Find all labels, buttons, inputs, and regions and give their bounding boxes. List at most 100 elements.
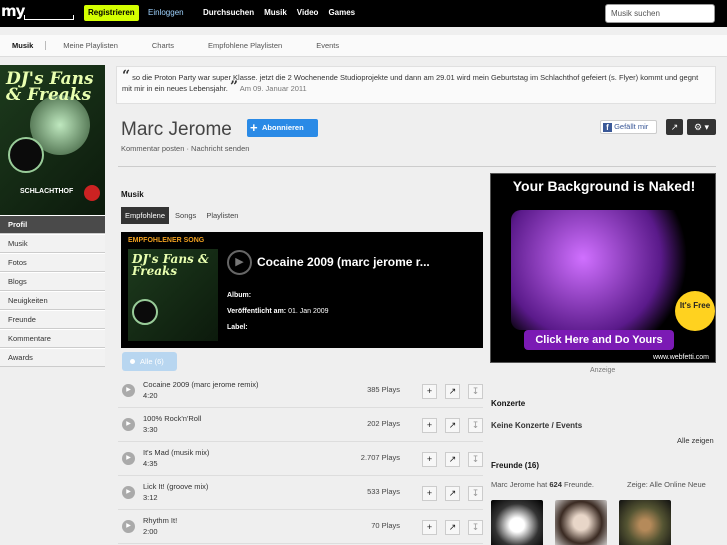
song-row: ▶ It's Mad (musik mix) 4:35 2.707 Plays … — [118, 442, 483, 476]
friends-filter[interactable]: Zeige: Alle Online Neue — [627, 480, 706, 489]
song-duration: 4:20 — [143, 391, 158, 400]
song-row: ▶ Lick It! (groove mix) 3:12 533 Plays +… — [118, 476, 483, 510]
top-bar: my Registrieren Einloggen Durchsuchen Mu… — [0, 0, 727, 27]
share-icon[interactable]: ↗ — [445, 452, 460, 467]
freunde-count: 624 — [549, 480, 562, 489]
featured-title[interactable]: Cocaine 2009 (marc jerome r... — [257, 255, 430, 269]
song-duration: 2:00 — [143, 527, 158, 536]
status-quote: “ so die Proton Party war super Klasse. … — [116, 66, 716, 104]
subnav-charts[interactable]: Charts — [135, 41, 191, 50]
share-icon[interactable]: ↗ — [666, 119, 683, 135]
poster-venue: SCHLACHTHOF — [20, 188, 74, 195]
share-icon[interactable]: ↗ — [445, 520, 460, 535]
share-icon[interactable]: ↗ — [445, 384, 460, 399]
play-icon[interactable]: ▶ — [122, 418, 135, 431]
nav-durchsuchen[interactable]: Durchsuchen — [203, 8, 254, 17]
ad-banner[interactable]: Your Background is Naked! It's Free Clic… — [490, 173, 716, 363]
all-songs-button[interactable]: Alle (6) — [122, 352, 177, 371]
subnav-events[interactable]: Events — [299, 41, 356, 50]
profile-name: Marc Jerome — [121, 119, 232, 140]
sidebar-item-neuigkeiten[interactable]: Neuigkeiten — [0, 291, 105, 310]
sidebar-item-kommentare[interactable]: Kommentare — [0, 329, 105, 348]
nav-games[interactable]: Games — [328, 8, 355, 17]
facebook-like-button[interactable]: f Gefällt mir — [600, 120, 657, 134]
sidebar-item-profil[interactable]: Profil — [0, 215, 105, 234]
nav-video[interactable]: Video — [297, 8, 319, 17]
subnav-musik[interactable]: Musik — [0, 41, 47, 50]
label-label: Label: — [227, 324, 248, 331]
register-button[interactable]: Registrieren — [84, 5, 139, 21]
subnav-empfohlene-playlisten[interactable]: Empfohlene Playlisten — [191, 41, 299, 50]
poster-title: DJ's Fans & Freaks — [6, 69, 94, 105]
subscribe-button[interactable]: + Abonnieren — [247, 119, 318, 137]
music-heading: Musik — [121, 190, 144, 199]
logo[interactable]: my — [1, 2, 25, 20]
open-quote-icon: “ — [122, 68, 131, 84]
add-icon[interactable]: + — [422, 418, 437, 433]
nav-musik[interactable]: Musik — [264, 8, 287, 17]
konzerte-heading: Konzerte — [491, 399, 526, 408]
music-tabs: Empfohlene Songs Playlisten — [121, 207, 244, 224]
share-icon[interactable]: ↗ — [445, 486, 460, 501]
sub-nav: Musik Meine Playlisten Charts Empfohlene… — [0, 35, 727, 57]
divider — [118, 166, 716, 167]
sidebar-item-musik[interactable]: Musik — [0, 234, 105, 253]
add-icon[interactable]: + — [422, 452, 437, 467]
show-all-link[interactable]: Alle zeigen — [677, 436, 714, 445]
play-icon[interactable]: ▶ — [122, 486, 135, 499]
ad-cta[interactable]: Click Here and Do Yours — [524, 330, 674, 350]
top-nav: Durchsuchen Musik Video Games — [203, 8, 355, 17]
logo-underline — [24, 15, 74, 20]
download-icon[interactable]: ↧ — [468, 486, 483, 501]
play-icon[interactable]: ▶ — [122, 452, 135, 465]
vinyl-icon — [8, 137, 44, 173]
sidebar-item-awards[interactable]: Awards — [0, 348, 105, 367]
friend-avatar[interactable] — [491, 500, 543, 545]
konzerte-text: Keine Konzerte / Events — [491, 421, 583, 430]
freunde-text-suffix: Freunde. — [563, 480, 595, 489]
download-icon[interactable]: ↧ — [468, 418, 483, 433]
song-row: ▶ 100% Rock'n'Roll 3:30 202 Plays + ↗ ↧ — [118, 408, 483, 442]
play-icon[interactable]: ▶ — [227, 250, 252, 275]
hearts-image — [511, 210, 691, 330]
sidebar-item-fotos[interactable]: Fotos — [0, 253, 105, 272]
sidebar-item-blogs[interactable]: Blogs — [0, 272, 105, 291]
profile-poster[interactable]: DJ's Fans & Freaks SCHLACHTHOF — [0, 65, 105, 215]
play-icon[interactable]: ▶ — [122, 384, 135, 397]
search-input[interactable]: Musik suchen — [605, 4, 715, 23]
download-icon[interactable]: ↧ — [468, 452, 483, 467]
add-icon[interactable]: + — [422, 520, 437, 535]
facebook-icon: f — [603, 122, 612, 132]
settings-icon[interactable]: ⚙ ▾ — [687, 119, 716, 135]
song-duration: 3:12 — [143, 493, 158, 502]
sidebar-item-freunde[interactable]: Freunde — [0, 310, 105, 329]
song-plays: 533 Plays — [367, 487, 400, 496]
song-title[interactable]: 100% Rock'n'Roll — [143, 414, 201, 423]
tab-songs[interactable]: Songs — [171, 207, 200, 224]
song-title[interactable]: Lick It! (groove mix) — [143, 482, 208, 491]
comment-link[interactable]: Kommentar posten — [121, 144, 184, 153]
add-icon[interactable]: + — [422, 486, 437, 501]
subnav-meine-playlisten[interactable]: Meine Playlisten — [46, 41, 135, 50]
tab-playlisten[interactable]: Playlisten — [202, 207, 242, 224]
tab-empfohlene[interactable]: Empfohlene — [121, 207, 170, 224]
friend-avatar[interactable] — [555, 500, 607, 545]
friend-avatar[interactable] — [619, 500, 671, 545]
released-date: 01. Jan 2009 — [288, 308, 329, 315]
facebook-like-label: Gefällt mir — [614, 122, 649, 131]
featured-cover: DJ's Fans & Freaks — [128, 249, 218, 341]
song-title[interactable]: Rhythm It! — [143, 516, 177, 525]
song-title[interactable]: It's Mad (musik mix) — [143, 448, 209, 457]
message-link[interactable]: Nachricht senden — [191, 144, 249, 153]
share-icon[interactable]: ↗ — [445, 418, 460, 433]
download-icon[interactable]: ↧ — [468, 384, 483, 399]
status-date: Am 09. Januar 2011 — [239, 84, 307, 93]
login-link[interactable]: Einloggen — [148, 8, 184, 17]
download-icon[interactable]: ↧ — [468, 520, 483, 535]
add-icon[interactable]: + — [422, 384, 437, 399]
freunde-text-prefix: Marc Jerome hat — [491, 480, 548, 489]
play-icon[interactable]: ▶ — [122, 520, 135, 533]
ad-headline: Your Background is Naked! — [512, 178, 696, 194]
song-title[interactable]: Cocaine 2009 (marc jerome remix) — [143, 380, 258, 389]
song-duration: 4:35 — [143, 459, 158, 468]
